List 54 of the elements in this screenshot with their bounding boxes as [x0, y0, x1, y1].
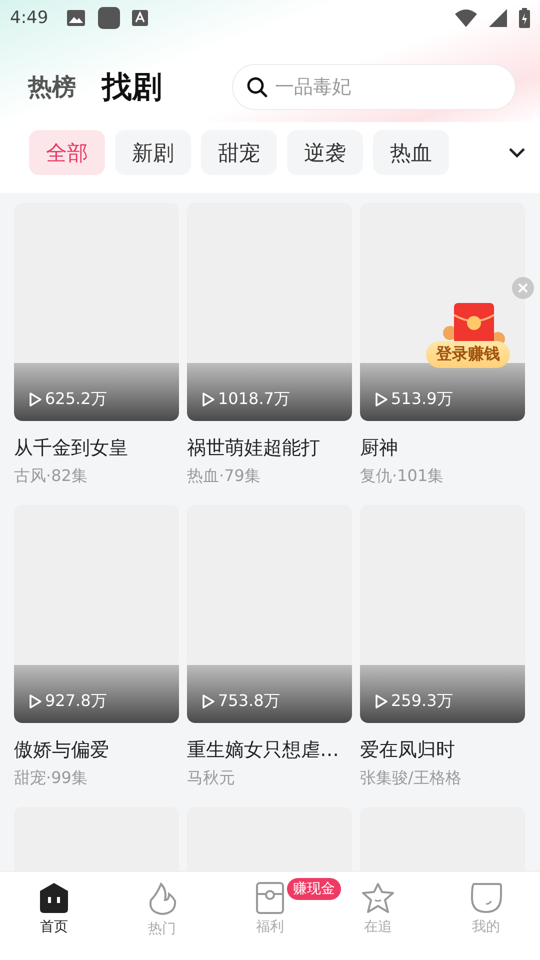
- drama-title[interactable]: 祸世萌娃超能打: [187, 435, 352, 461]
- close-icon: [517, 282, 529, 294]
- play-count: 753.8万: [202, 691, 280, 712]
- poster-thumbnail[interactable]: 625.2万: [14, 203, 179, 421]
- play-icon: [375, 694, 388, 709]
- login-earn-button[interactable]: 登录赚钱: [426, 341, 510, 368]
- search-icon: [246, 76, 268, 98]
- drama-title[interactable]: 傲娇与偏爱: [14, 737, 179, 763]
- tab[interactable]: 热榜: [28, 71, 76, 103]
- play-icon: [375, 392, 388, 407]
- play-icon: [29, 694, 42, 709]
- drama-info: 热血·79集: [187, 466, 262, 487]
- image-icon: [66, 9, 86, 27]
- font-icon: [132, 10, 148, 26]
- home-icon: [38, 882, 70, 914]
- play-count: 1018.7万: [202, 389, 290, 410]
- signal-icon: [489, 9, 507, 27]
- category-chip[interactable]: 热血: [373, 130, 449, 175]
- drama-title[interactable]: 从千金到女皇: [14, 435, 179, 461]
- search-field[interactable]: 一品毒妃: [232, 64, 516, 110]
- chevron-down-icon[interactable]: [508, 146, 526, 158]
- nav-tab[interactable]: 首页: [38, 872, 70, 960]
- drama-info: 古风·82集: [14, 466, 88, 487]
- square-icon: [98, 7, 120, 29]
- poster-thumbnail[interactable]: 753.8万: [187, 505, 352, 723]
- play-icon: [202, 694, 215, 709]
- play-count: 259.3万: [375, 691, 453, 712]
- face-icon: [470, 882, 502, 914]
- drama-info: 马秋元: [187, 768, 236, 789]
- category-chip[interactable]: 甜宠: [201, 130, 277, 175]
- star-icon: [361, 882, 395, 914]
- drama-info: 复仇·101集: [360, 466, 445, 487]
- drama-info: 张集骏/王格格: [360, 768, 462, 789]
- reward-badge: 赚现金: [287, 878, 341, 900]
- tab[interactable]: 找剧: [102, 66, 162, 108]
- category-chip[interactable]: 逆袭: [287, 130, 363, 175]
- battery-icon: [519, 8, 530, 28]
- status-time: 4:49: [10, 8, 48, 28]
- flame-icon: [147, 882, 177, 916]
- play-count: 625.2万: [29, 389, 107, 410]
- poster-thumbnail[interactable]: 927.8万: [14, 505, 179, 723]
- wallet-icon: [256, 882, 284, 914]
- drama-info: 甜宠·99集: [14, 768, 88, 789]
- play-count: 513.9万: [375, 389, 453, 410]
- drama-title[interactable]: 爱在凤归时: [360, 737, 525, 763]
- category-chip[interactable]: 新剧: [115, 130, 191, 175]
- drama-title[interactable]: 厨神: [360, 435, 525, 461]
- play-icon: [29, 392, 42, 407]
- drama-title[interactable]: 重生嫡女只想虐…: [187, 737, 352, 763]
- play-count: 927.8万: [29, 691, 107, 712]
- poster-thumbnail[interactable]: 259.3万: [360, 505, 525, 723]
- wifi-icon: [455, 9, 477, 27]
- play-icon: [202, 392, 215, 407]
- poster-thumbnail[interactable]: 1018.7万: [187, 203, 352, 421]
